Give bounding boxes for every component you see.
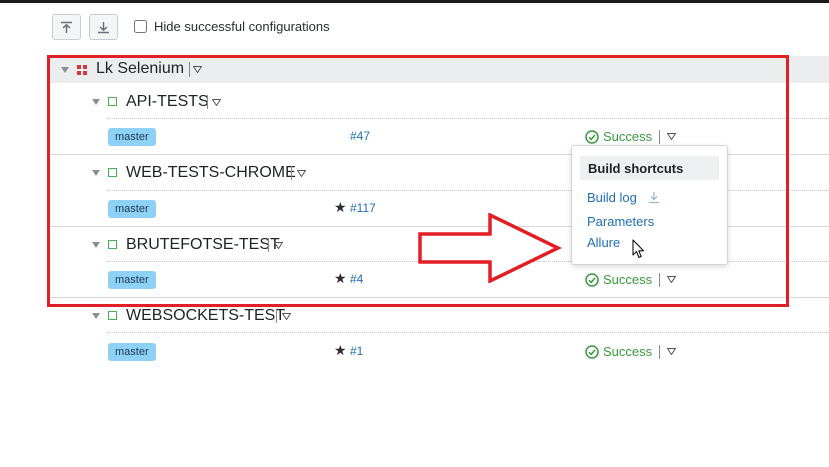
build-log-label: Build log [587, 190, 637, 205]
hide-successful-checkbox[interactable] [134, 20, 147, 33]
build-number-link[interactable]: #1 [350, 344, 363, 358]
allure-link[interactable]: Allure [587, 235, 620, 250]
mouse-cursor-icon [632, 239, 645, 259]
config-separator [276, 309, 277, 323]
status-separator [659, 344, 661, 359]
collapse-all-button[interactable] [52, 14, 81, 40]
popup-header: Build shortcuts [580, 156, 719, 180]
config-status-square-icon [108, 311, 117, 320]
branch-badge[interactable]: master [108, 343, 156, 361]
build-log-link[interactable]: Build log [587, 190, 637, 205]
top-bar [0, 0, 829, 3]
star-icon[interactable]: ★ [334, 343, 347, 357]
status-text: Success [603, 344, 653, 359]
hide-successful-label: Hide successful configurations [154, 19, 330, 34]
popup-title: Build shortcuts [588, 161, 684, 176]
config-title[interactable]: WEBSOCKETS-TEST [126, 307, 285, 325]
status-menu-icon[interactable] [667, 348, 677, 355]
row-divider [107, 332, 829, 333]
expand-all-button[interactable] [89, 14, 118, 40]
parameters-link[interactable]: Parameters [587, 214, 654, 229]
annotation-arrow-icon [418, 213, 562, 283]
build-status[interactable]: Success [585, 344, 677, 359]
hide-successful-toggle[interactable]: Hide successful configurations [134, 19, 330, 34]
expand-down-icon [98, 21, 109, 33]
build-shortcuts-popup: Build shortcuts Build log Parameters All… [571, 145, 728, 265]
download-icon[interactable] [648, 191, 660, 204]
config-collapse-icon[interactable] [92, 313, 100, 319]
collapse-up-icon [61, 21, 72, 33]
config-menu-icon[interactable] [282, 313, 291, 320]
success-check-icon [585, 344, 599, 359]
